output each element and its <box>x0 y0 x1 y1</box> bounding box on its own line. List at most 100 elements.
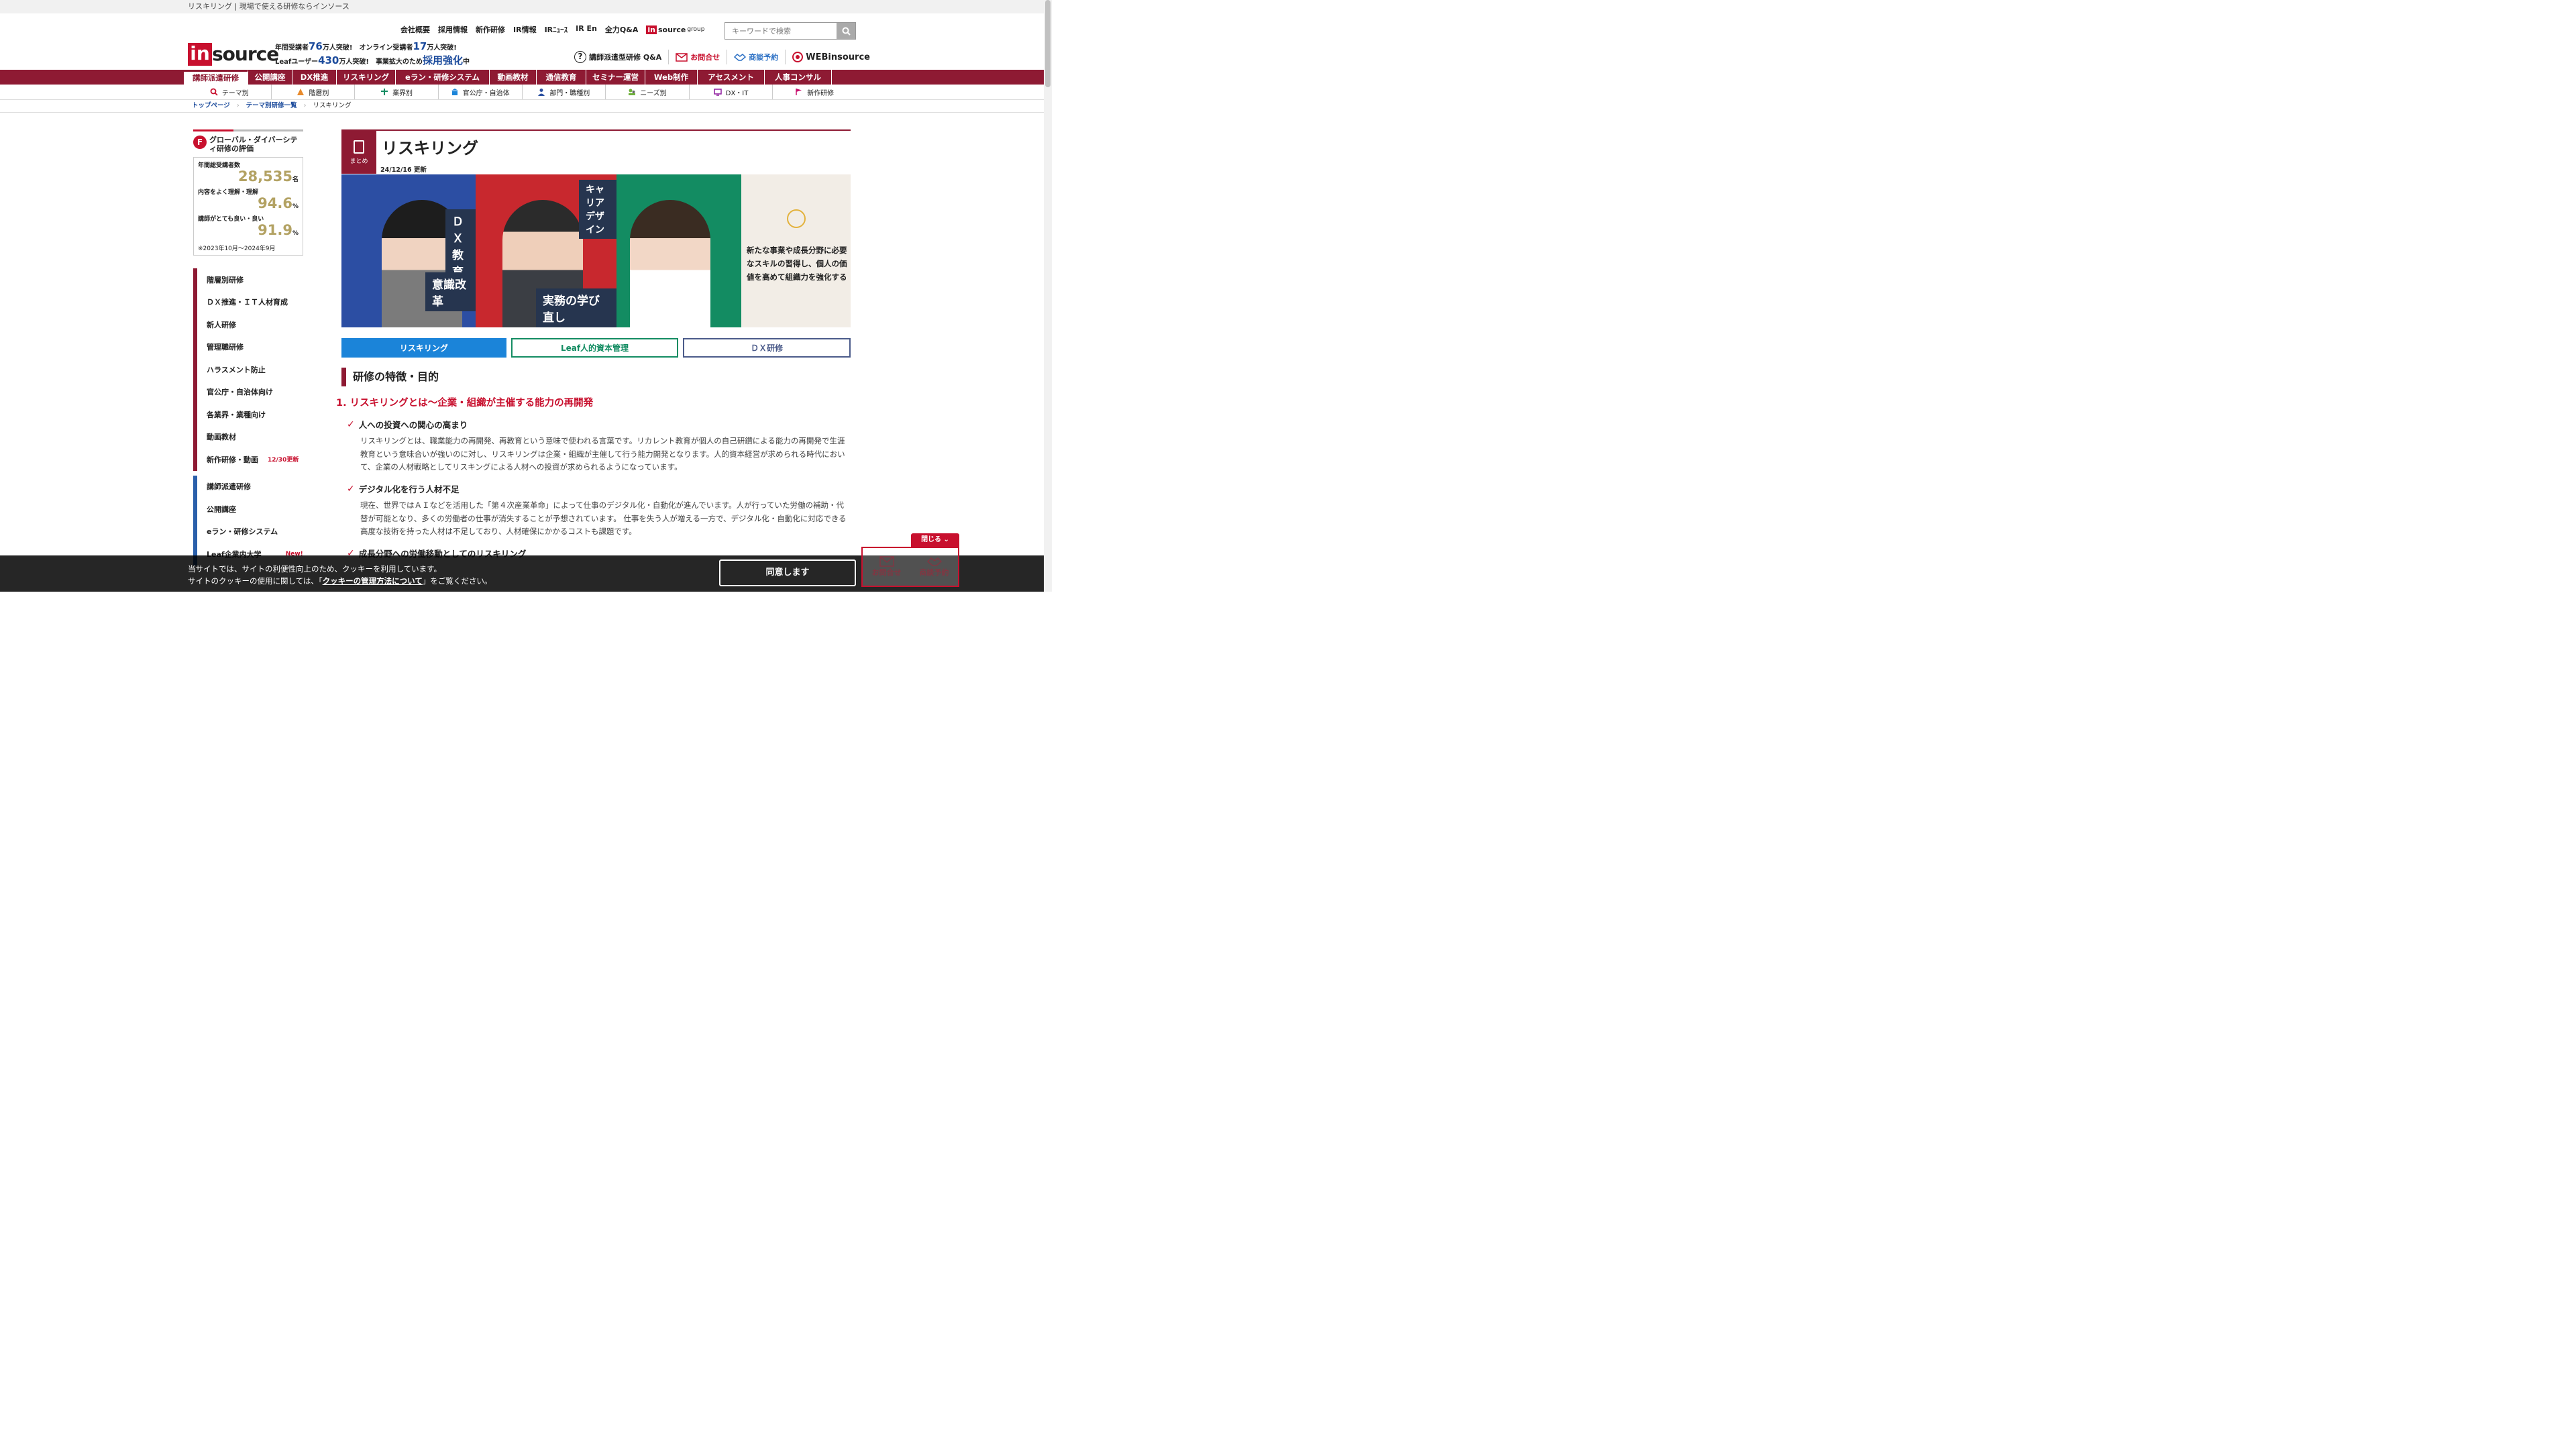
checkmark-icon: ✓ <box>347 483 355 494</box>
hero-tag-relearn: 実務の学び直し <box>536 288 616 327</box>
main-nav-item[interactable]: アセスメント <box>698 70 765 85</box>
section-title: 研修の特徴・目的 <box>341 368 439 386</box>
contact-link[interactable]: お問合せ <box>669 50 728 64</box>
side-menu-item[interactable]: eラン・研修システム <box>193 520 303 543</box>
stat-hiring: 採用強化 <box>422 54 463 66</box>
main-nav: 講師派遣研修 公開講座 DX推進 リスキリング eラン・研修システム 動画教材 通信教育 セミ… <box>0 70 1044 85</box>
document-icon <box>354 140 364 154</box>
insource-group-link[interactable]: in source group <box>646 24 704 35</box>
webinsource-logo-icon <box>792 52 804 62</box>
side-menu-item[interactable]: ハラスメント防止 <box>193 358 303 381</box>
subnav-dx-it[interactable]: DX・IT <box>690 85 773 99</box>
side-menu-item[interactable]: 新人研修 <box>193 313 303 336</box>
side-menu-item[interactable]: 講師派遣研修 <box>193 475 303 498</box>
logo-source-text: source <box>212 43 279 65</box>
webinsource-link[interactable]: WEBinsource <box>786 50 877 64</box>
side-menu-item[interactable]: 官公庁・自治体向け <box>193 380 303 403</box>
feature-body: リスキリングとは、職業能力の再開発、再教育という意味で使われる言葉です。リカレン… <box>360 436 845 472</box>
top-nav: 会社概要 採用情報 新作研修 IR情報 IRﾆｭｰｽ IR En 全力Q&A i… <box>400 24 704 35</box>
tab-leaf[interactable]: Leaf人的資本管理 <box>511 338 679 358</box>
main-nav-item[interactable]: 通信教育 <box>537 70 586 85</box>
main-nav-item[interactable]: 公開講座 <box>248 70 292 85</box>
evaluation-understanding-value: 94.6 <box>258 195 292 211</box>
flag-icon <box>796 89 802 95</box>
side-menu-item[interactable]: ＤＸ推進・ＩＴ人材育成 <box>193 290 303 313</box>
top-nav-recruit[interactable]: 採用情報 <box>438 24 468 35</box>
main-nav-item[interactable]: 講師派遣研修 <box>184 70 248 85</box>
subnav-department[interactable]: 部門・職種別 <box>523 85 606 99</box>
side-menu-item[interactable]: 階層別研修 <box>193 268 303 291</box>
evaluation-trainees-value: 28,535 <box>237 168 292 184</box>
checkmark-icon: ✓ <box>347 419 355 430</box>
float-contact-button[interactable]: お問合せ <box>863 548 910 586</box>
breadcrumb: トップページ › テーマ別研修一覧 › リスキリング <box>0 99 1044 113</box>
stat-annual-trainees: 76 <box>309 40 323 52</box>
main-nav-item[interactable]: DX推進 <box>292 70 337 85</box>
site-tagline-bar: リスキリング | 現場で使える研修ならインソース <box>0 0 1052 13</box>
scrollbar-thumb[interactable] <box>1045 0 1051 87</box>
subnav-needs[interactable]: ニーズ別 <box>606 85 690 99</box>
side-menu-item[interactable]: 動画教材 <box>193 425 303 448</box>
topic-tabs: リスキリング Leaf人的資本管理 ＤＸ研修 <box>341 338 851 358</box>
subnav-government[interactable]: 官公庁・自治体 <box>439 85 523 99</box>
tab-dx[interactable]: ＤＸ研修 <box>683 338 851 358</box>
close-float-button[interactable]: 閉じる ⌄ <box>911 533 959 547</box>
feature-item: ✓ 人への投資への関心の高まり リスキリングとは、職業能力の再開発、再教育という意… <box>347 418 851 474</box>
tab-reskilling[interactable]: リスキリング <box>341 338 506 358</box>
breadcrumb-theme-list[interactable]: テーマ別研修一覧 <box>246 102 297 109</box>
search-button[interactable] <box>837 23 855 39</box>
main-nav-item[interactable]: 人事コンサル <box>765 70 832 85</box>
side-menu-item[interactable]: 公開講座 <box>193 498 303 521</box>
handshake-icon <box>926 557 942 566</box>
side-menu: 階層別研修 ＤＸ推進・ＩＴ人材育成 新人研修 管理職研修 ハラスメント防止 官公… <box>193 268 303 566</box>
chevron-down-icon: ⌄ <box>943 536 949 543</box>
people-icon <box>629 89 636 95</box>
summary-badge: まとめ <box>341 131 376 174</box>
float-meeting-button[interactable]: 商談予約 <box>910 548 958 586</box>
side-menu-item[interactable]: 各業界・業種向け <box>193 403 303 426</box>
insource-logo[interactable]: in source <box>188 43 279 66</box>
cookie-message: 当サイトでは、サイトの利便性向上のため、クッキーを利用しています。 サイトのクッ… <box>188 564 492 586</box>
subnav-industry[interactable]: 業界別 <box>355 85 439 99</box>
top-nav-ir-en[interactable]: IR En <box>576 24 597 35</box>
hero-description: 新たな事業や成長分野に必要なスキルの習得し、個人の価値を高めて組織力を強化する <box>747 246 847 282</box>
page-scrollbar[interactable] <box>1044 0 1052 592</box>
page-title: リスキリング <box>382 139 478 158</box>
top-nav-ir-news[interactable]: IRﾆｭｰｽ <box>545 24 568 35</box>
handshake-icon <box>734 54 747 61</box>
top-nav-company[interactable]: 会社概要 <box>400 24 430 35</box>
subnav-new[interactable]: 新作研修 <box>773 85 856 99</box>
cookie-policy-link[interactable]: クッキーの管理方法について <box>323 576 423 586</box>
top-nav-new-training[interactable]: 新作研修 <box>476 24 505 35</box>
feature-item: ✓ デジタル化を行う人材不足 現在、世界ではＡＩなどを活用した「第４次産業革命」に… <box>347 482 851 539</box>
lightbulb-icon <box>787 209 806 228</box>
breadcrumb-current: リスキリング <box>313 102 352 109</box>
mail-icon <box>879 556 894 567</box>
utility-links: ? 講師派遣型研修 Q&A お問合せ 商談予約 WEBinsource <box>568 50 877 64</box>
subnav-level[interactable]: 階層別 <box>272 85 356 99</box>
question-icon: ? <box>574 51 586 63</box>
search-box <box>724 22 856 40</box>
main-nav-item[interactable]: 動画教材 <box>490 70 537 85</box>
top-nav-qa[interactable]: 全力Q&A <box>605 24 638 35</box>
subsection-heading: 1. リスキリングとは～企業・組織が主催する能力の再開発 <box>336 398 594 409</box>
search-input[interactable] <box>725 23 837 39</box>
mail-icon <box>676 52 688 62</box>
main-nav-item[interactable]: Web制作 <box>645 70 698 85</box>
side-menu-item-new[interactable]: 新作研修・動画 12/30更新 <box>193 448 303 471</box>
breadcrumb-top[interactable]: トップページ <box>192 102 230 109</box>
search-icon <box>842 27 851 36</box>
qa-link[interactable]: ? 講師派遣型研修 Q&A <box>568 50 669 64</box>
industry-icon <box>381 89 388 95</box>
main-nav-item[interactable]: セミナー運営 <box>586 70 645 85</box>
meeting-booking-link[interactable]: 商談予約 <box>727 50 786 64</box>
side-menu-item[interactable]: 管理職研修 <box>193 335 303 358</box>
cookie-agree-button[interactable]: 同意します <box>719 559 856 586</box>
top-nav-ir[interactable]: IR情報 <box>513 24 537 35</box>
evaluation-instructor-value: 91.9 <box>258 222 292 238</box>
main-nav-item[interactable]: eラン・研修システム <box>396 70 490 85</box>
chevron-right-icon: › <box>236 102 239 109</box>
subnav-theme[interactable]: テーマ別 <box>188 85 272 99</box>
main-nav-item[interactable]: リスキリング <box>337 70 396 85</box>
sub-nav: テーマ別 階層別 業界別 官公庁・自治体 部門・職種別 ニーズ別 DX・IT 新… <box>188 85 856 99</box>
